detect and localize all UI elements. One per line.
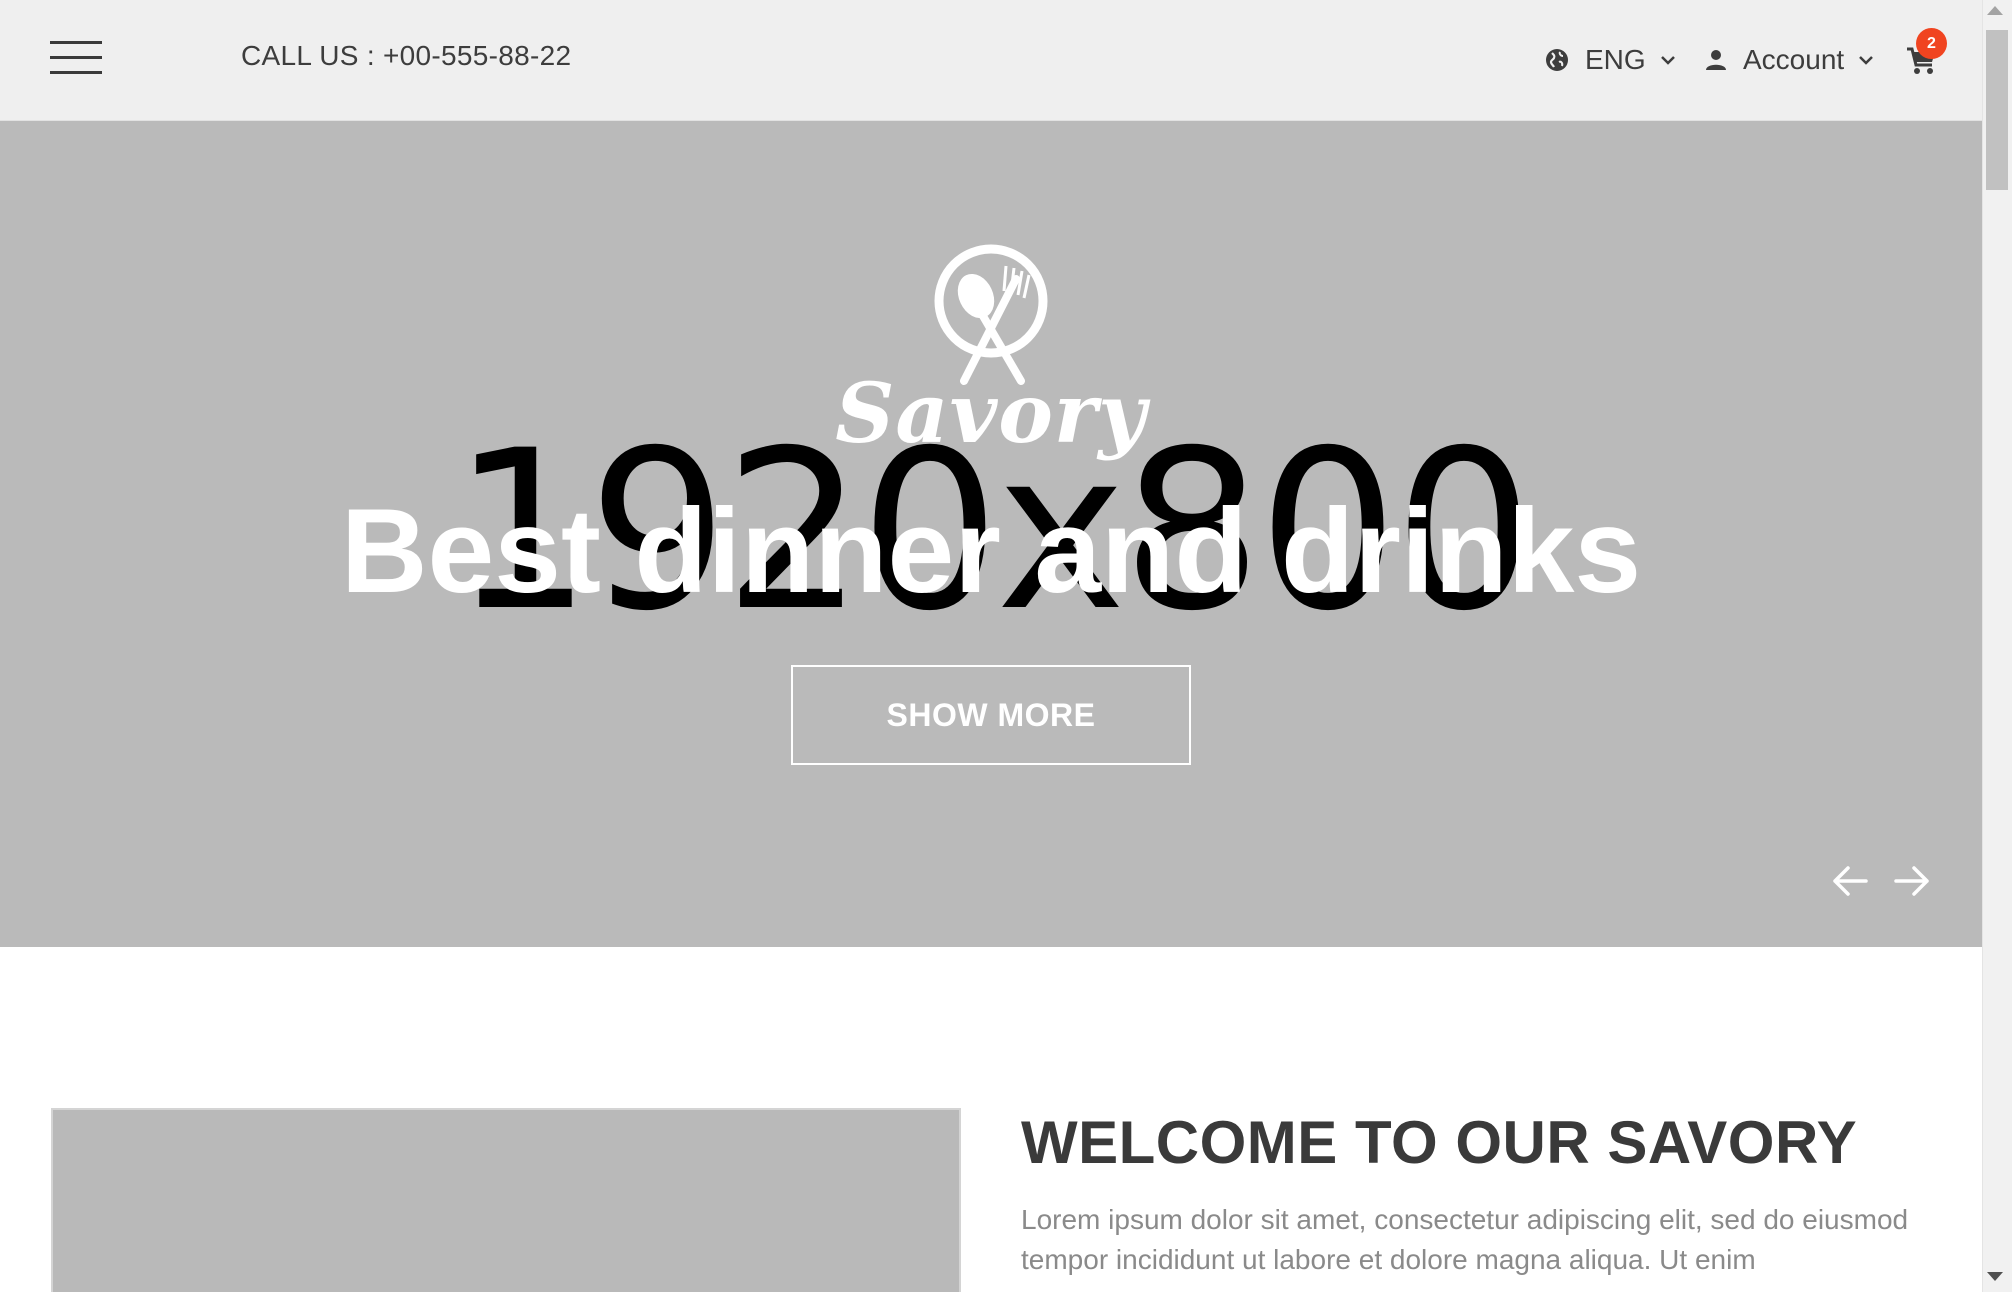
arrow-left-icon[interactable]	[1830, 861, 1870, 901]
hamburger-line	[50, 41, 102, 44]
chevron-down-icon	[1660, 56, 1675, 65]
welcome-heading: WELCOME TO OUR SAVORY	[1021, 1109, 1858, 1176]
arrow-right-icon[interactable]	[1892, 861, 1932, 901]
chevron-down-icon	[1859, 56, 1874, 65]
hamburger-line	[50, 56, 102, 59]
globe-icon	[1546, 49, 1568, 71]
logo-wordmark: Savory	[835, 366, 1147, 462]
welcome-image-placeholder	[51, 1108, 961, 1292]
language-label: ENG	[1585, 44, 1646, 75]
scrollbar-thumb[interactable]	[1986, 30, 2008, 190]
person-icon	[1706, 50, 1726, 70]
show-more-button[interactable]: SHOW MORE	[791, 665, 1191, 765]
hero-slider: 1920x800 Savory Best dinner and drinks S…	[0, 121, 1982, 947]
scroll-down-arrow-icon[interactable]	[1987, 1272, 2003, 1281]
top-bar: CALL US : +00-555-88-22 ENG Account	[0, 0, 1982, 121]
hamburger-menu-icon[interactable]	[50, 41, 102, 75]
hamburger-line	[50, 71, 102, 74]
language-selector[interactable]: ENG	[1545, 40, 1676, 80]
welcome-text: Lorem ipsum dolor sit amet, consectetur …	[1021, 1204, 1909, 1275]
cart-count-badge: 2	[1916, 28, 1947, 59]
page: CALL US : +00-555-88-22 ENG Account 2 19…	[0, 0, 2012, 1292]
account-label: Account	[1743, 44, 1845, 75]
call-us-phone: CALL US : +00-555-88-22	[241, 40, 572, 71]
account-menu[interactable]: Account	[1705, 40, 1874, 80]
scroll-up-arrow-icon[interactable]	[1987, 6, 2003, 15]
page-scrollbar[interactable]	[1982, 0, 2012, 1292]
hero-title: Best dinner and drinks	[340, 484, 1642, 618]
